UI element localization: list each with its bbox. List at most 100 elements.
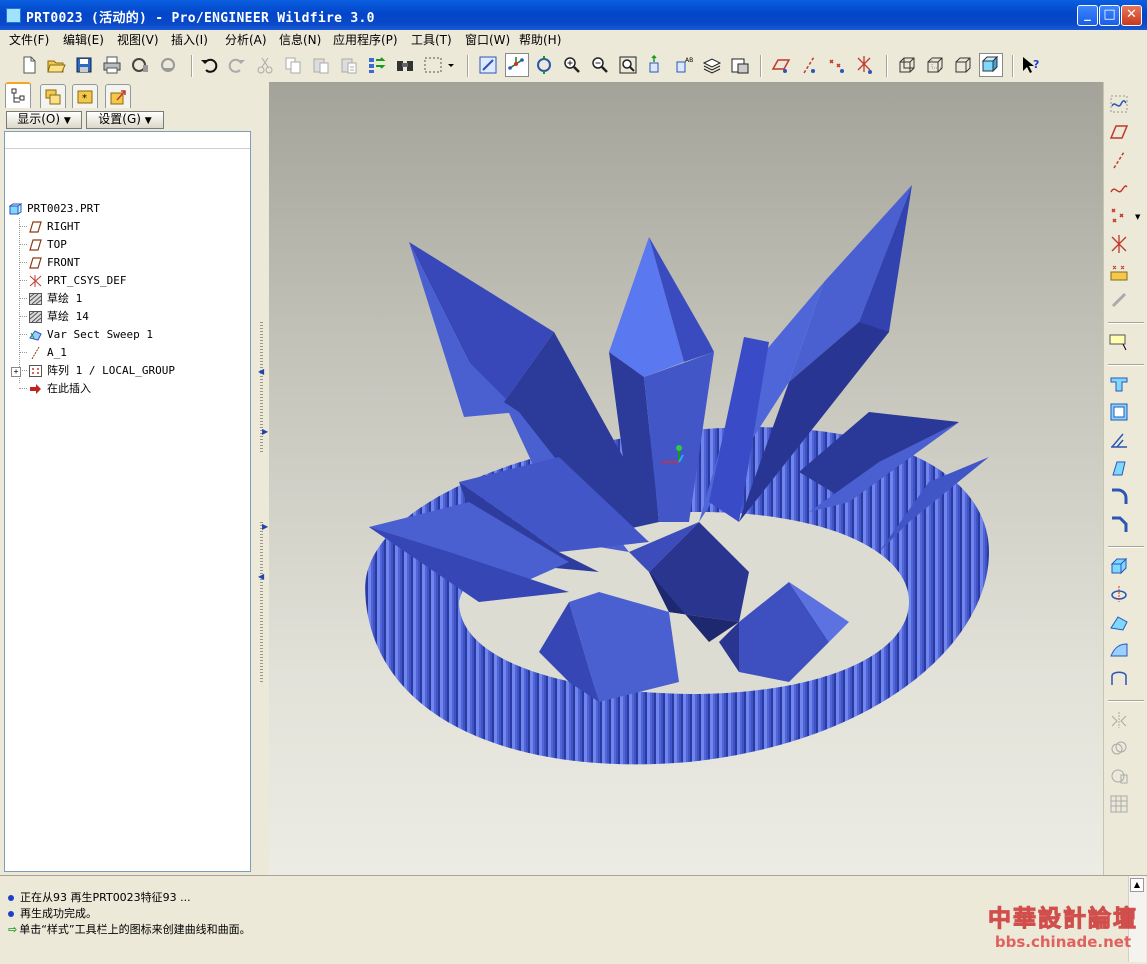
shell-icon[interactable]: [1109, 402, 1129, 422]
datum-axis-tool-icon[interactable]: [1109, 150, 1129, 170]
draft-icon[interactable]: [1109, 458, 1129, 478]
tree-item-label: A_1: [47, 346, 67, 359]
zoom-out-icon[interactable]: [590, 55, 610, 75]
pattern-tool-icon[interactable]: [1109, 794, 1129, 814]
tree-item-label: FRONT: [47, 256, 81, 269]
orient-mode-icon[interactable]: [534, 55, 554, 75]
boundary-blend-icon[interactable]: [1109, 640, 1129, 660]
mirror-icon[interactable]: [1109, 710, 1129, 730]
menu-edit[interactable]: 编辑(E): [63, 31, 104, 48]
layers-tab[interactable]: [40, 84, 66, 108]
datum-planes-icon[interactable]: [771, 55, 791, 75]
rib-icon[interactable]: [1109, 430, 1129, 450]
paste-special-icon[interactable]: [339, 55, 359, 75]
message-line-1: 正在从93 再生PRT0023特征93 ...: [8, 889, 191, 905]
redo-icon[interactable]: [227, 55, 247, 75]
svg-text:AB: AB: [685, 57, 693, 64]
insert-here-icon: [30, 384, 41, 394]
spin-center-icon[interactable]: [505, 53, 529, 77]
feature-toolbar: ▼: [1103, 82, 1147, 875]
saved-views-icon[interactable]: AB: [674, 55, 694, 75]
expand-icon[interactable]: +: [11, 367, 21, 377]
close-button[interactable]: ✕: [1121, 5, 1142, 26]
crystal-model: [365, 185, 989, 765]
datum-axes-icon[interactable]: [799, 55, 819, 75]
selection-filter-icon[interactable]: [423, 55, 455, 75]
hole-icon[interactable]: [1109, 374, 1129, 394]
coordinate-system-tool-icon[interactable]: [1109, 234, 1129, 254]
settings-dropdown[interactable]: 设置(G) ▼: [86, 111, 164, 129]
datum-points-icon[interactable]: [827, 55, 847, 75]
merge-icon[interactable]: [1109, 738, 1129, 758]
copy-icon[interactable]: [283, 55, 303, 75]
message-area: 正在从93 再生PRT0023特征93 ... 再生成功完成。 ⇨ 单击“样式”工…: [0, 875, 1147, 964]
send-link-icon[interactable]: [158, 55, 178, 75]
refit-icon[interactable]: [618, 55, 638, 75]
zoom-in-icon[interactable]: [562, 55, 582, 75]
main-toolbar: AB ?: [0, 50, 1147, 83]
part-icon: [9, 203, 22, 215]
favorites-tab[interactable]: *: [72, 84, 98, 108]
chevron-down-icon: ▼: [63, 116, 71, 126]
revolve-icon[interactable]: [1109, 584, 1129, 604]
sketched-curve-icon[interactable]: [1109, 178, 1129, 198]
menu-view[interactable]: 视图(V): [117, 31, 159, 48]
no-hidden-icon[interactable]: [953, 55, 973, 75]
style-icon[interactable]: [1109, 668, 1129, 688]
menu-window[interactable]: 窗口(W): [465, 31, 510, 48]
minimize-button[interactable]: _: [1077, 5, 1098, 26]
menu-applications[interactable]: 应用程序(P): [333, 31, 398, 48]
shading-icon[interactable]: [979, 53, 1003, 77]
save-icon[interactable]: [74, 55, 94, 75]
cut-icon[interactable]: [255, 55, 275, 75]
view-manager-icon[interactable]: [730, 55, 750, 75]
context-help-icon[interactable]: ?: [1021, 55, 1041, 75]
panel-splitter[interactable]: ◀ ▶ ▶ ◀: [258, 82, 269, 875]
chamfer-icon[interactable]: [1109, 514, 1129, 534]
coordinate-systems-icon[interactable]: [855, 55, 875, 75]
chevron-down-icon[interactable]: ▼: [1135, 213, 1140, 221]
tree-item-label: RIGHT: [47, 220, 81, 233]
hidden-line-icon[interactable]: [925, 55, 945, 75]
menu-tools[interactable]: 工具(T): [411, 31, 452, 48]
reorient-icon[interactable]: [646, 55, 666, 75]
scroll-up-icon[interactable]: ▲: [1130, 878, 1144, 892]
regenerate-icon[interactable]: [367, 55, 387, 75]
menu-help[interactable]: 帮助(H): [519, 31, 561, 48]
open-icon[interactable]: [46, 55, 66, 75]
show-dropdown[interactable]: 显示(O) ▼: [6, 111, 82, 129]
maximize-button[interactable]: □: [1099, 5, 1120, 26]
menu-file[interactable]: 文件(F): [9, 31, 49, 48]
expand-panel-icon[interactable]: ▶: [262, 427, 268, 436]
svg-text:?: ?: [1033, 58, 1039, 71]
connections-tab[interactable]: [105, 84, 131, 108]
datum-curve-icon[interactable]: [1109, 94, 1129, 114]
datum-point-tool-icon[interactable]: [1109, 206, 1129, 226]
paste-icon[interactable]: [311, 55, 331, 75]
trim-icon[interactable]: [1109, 766, 1129, 786]
round-icon[interactable]: [1109, 486, 1129, 506]
graphics-window[interactable]: [269, 82, 1103, 875]
print-icon[interactable]: [102, 55, 122, 75]
model-tree-tab[interactable]: [5, 82, 31, 108]
menu-insert[interactable]: 插入(I): [171, 31, 208, 48]
redraw-icon[interactable]: [478, 55, 498, 75]
layers-icon[interactable]: [702, 55, 722, 75]
analysis-feature-icon[interactable]: [1109, 262, 1129, 282]
extrude-icon[interactable]: [1109, 556, 1129, 576]
send-mail-icon[interactable]: [130, 55, 150, 75]
expand-panel-icon[interactable]: ▶: [262, 522, 268, 531]
note-icon[interactable]: [1109, 332, 1129, 352]
menu-info[interactable]: 信息(N): [279, 31, 321, 48]
collapse-icon[interactable]: ◀: [258, 572, 264, 581]
new-icon[interactable]: [19, 55, 39, 75]
collapse-icon[interactable]: ◀: [258, 367, 264, 376]
message-text: 正在从93 再生PRT0023特征93 ...: [20, 891, 191, 904]
variable-sweep-icon[interactable]: [1109, 612, 1129, 632]
find-icon[interactable]: [395, 55, 415, 75]
menu-analysis[interactable]: 分析(A): [225, 31, 267, 48]
wireframe-icon[interactable]: [897, 55, 917, 75]
datum-plane-tool-icon[interactable]: [1109, 122, 1129, 142]
undo-icon[interactable]: [199, 55, 219, 75]
datum-link-icon[interactable]: [1109, 290, 1129, 310]
